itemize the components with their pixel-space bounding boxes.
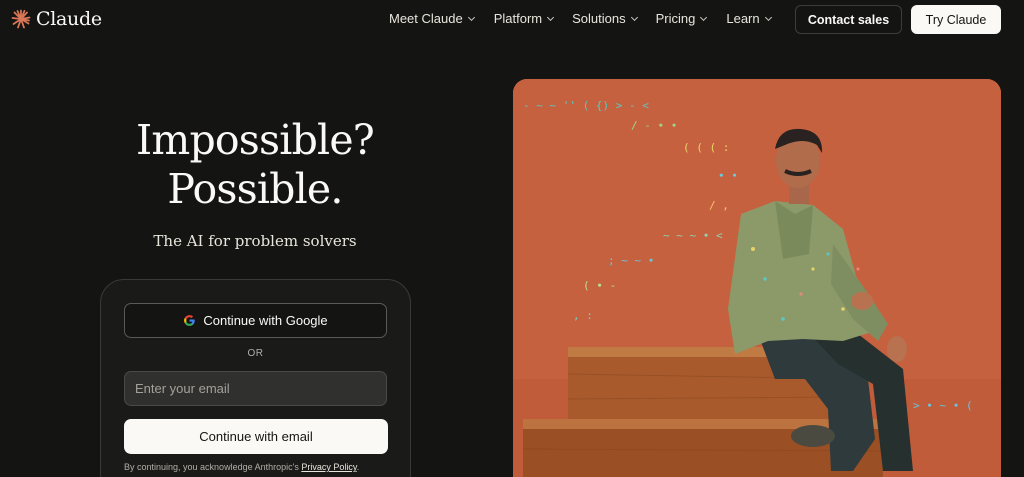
chevron-down-icon bbox=[547, 13, 555, 21]
legal-suffix: . bbox=[356, 462, 360, 472]
google-g-icon bbox=[184, 315, 196, 326]
chevron-down-icon bbox=[630, 13, 638, 21]
svg-text:( ∙ -: ( ∙ - bbox=[583, 279, 616, 292]
legal-text: By continuing, you acknowledge Anthropic… bbox=[124, 462, 302, 472]
main-nav: Meet Claude Platform Solutions Pricing L… bbox=[389, 11, 772, 26]
continue-with-google-button[interactable]: Continue with Google bbox=[124, 303, 387, 338]
hero-title-line-2: Possible. bbox=[167, 165, 343, 213]
email-field[interactable] bbox=[124, 371, 387, 406]
nav-item-pricing[interactable]: Pricing bbox=[655, 11, 708, 26]
nav-item-label: Learn bbox=[726, 11, 760, 26]
nav-item-meet-claude[interactable]: Meet Claude bbox=[389, 11, 475, 26]
privacy-policy-link[interactable]: Privacy Policy bbox=[301, 462, 356, 472]
hero-image: - ~ ~ '' ( {) > - < / - ∙ ∙ ( ( ( : ∙ ∙ … bbox=[513, 79, 1001, 477]
google-button-label: Continue with Google bbox=[203, 313, 328, 328]
continue-with-email-button[interactable]: Continue with email bbox=[124, 419, 388, 454]
nav-item-platform[interactable]: Platform bbox=[493, 11, 555, 26]
logo-text: Claude bbox=[36, 8, 102, 30]
hero-subtitle: The AI for problem solvers bbox=[153, 232, 357, 250]
chevron-down-icon bbox=[700, 13, 708, 21]
nav-item-label: Meet Claude bbox=[389, 11, 463, 26]
svg-text:> ∙ ~ ∙ (: > ∙ ~ ∙ ( bbox=[913, 399, 973, 412]
nav-item-label: Solutions bbox=[572, 11, 626, 26]
nav-item-learn[interactable]: Learn bbox=[726, 11, 772, 26]
contact-sales-button[interactable]: Contact sales bbox=[795, 5, 902, 34]
nav-item-solutions[interactable]: Solutions bbox=[572, 11, 638, 26]
legal-notice: By continuing, you acknowledge Anthropic… bbox=[124, 462, 414, 472]
hero-photo-illustration: - ~ ~ '' ( {) > - < / - ∙ ∙ ( ( ( : ∙ ∙ … bbox=[513, 79, 1001, 477]
try-claude-button[interactable]: Try Claude bbox=[911, 5, 1001, 34]
svg-text:~ ~ ~ ∙ <: ~ ~ ~ ∙ < bbox=[663, 229, 723, 242]
claude-logo[interactable]: Claude bbox=[11, 8, 102, 30]
nav-item-label: Pricing bbox=[655, 11, 696, 26]
svg-text:, :: , : bbox=[573, 309, 593, 322]
claude-starburst-icon bbox=[11, 9, 31, 29]
nav-item-label: Platform bbox=[493, 11, 543, 26]
svg-text:/ ,: / , bbox=[709, 199, 729, 212]
svg-text:; ~ ~ ∙: ; ~ ~ ∙ bbox=[608, 254, 654, 267]
chevron-down-icon bbox=[764, 13, 772, 21]
svg-text:/ - ∙ ∙: / - ∙ ∙ bbox=[631, 119, 677, 132]
svg-text:∙ ∙: ∙ ∙ bbox=[718, 169, 738, 182]
site-header: Claude Meet Claude Platform Solutions Pr… bbox=[0, 0, 1024, 38]
hero-title-line-1: Impossible? bbox=[135, 116, 375, 164]
chevron-down-icon bbox=[467, 13, 475, 21]
or-divider-label: OR bbox=[247, 348, 264, 359]
hero-title: Impossible? Possible. bbox=[100, 116, 410, 214]
svg-text:- ~ ~ '' ( {) > - <: - ~ ~ '' ( {) > - < bbox=[523, 99, 649, 112]
svg-text:( ( ( :: ( ( ( : bbox=[683, 141, 729, 154]
